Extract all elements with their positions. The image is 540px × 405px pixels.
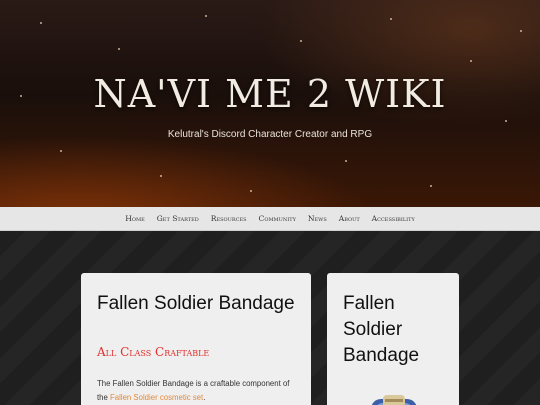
nav-home[interactable]: Home xyxy=(125,214,145,223)
star xyxy=(505,120,507,122)
star xyxy=(470,60,472,62)
nav-about[interactable]: About xyxy=(339,214,360,223)
star xyxy=(430,185,432,187)
nav-accessibility[interactable]: Accessibility xyxy=(372,214,415,223)
star xyxy=(300,40,302,42)
site-title: NA'VI ME 2 WIKI xyxy=(93,72,447,116)
star xyxy=(160,175,162,177)
star xyxy=(60,150,62,152)
article-body: The Fallen Soldier Bandage is a craftabl… xyxy=(97,377,302,405)
main-nav: Home Get Started Resources Community New… xyxy=(0,207,540,231)
bandage-item-icon xyxy=(365,385,423,405)
article-card: Fallen Soldier Bandage All Class Craftab… xyxy=(81,273,311,405)
body-suffix: . xyxy=(203,393,206,402)
cosmetic-set-link[interactable]: Fallen Soldier cosmetic set xyxy=(110,393,203,402)
article-title: Fallen Soldier Bandage xyxy=(97,293,295,314)
star xyxy=(390,18,392,20)
star xyxy=(118,48,120,50)
star xyxy=(250,190,252,192)
nav-get-started[interactable]: Get Started xyxy=(157,214,199,223)
class-tag: All Class Craftable xyxy=(97,345,210,359)
site-subtitle: Kelutral's Discord Character Creator and… xyxy=(167,129,373,140)
infobox-card: Fallen Soldier Bandage xyxy=(327,273,459,405)
star xyxy=(205,15,207,17)
nav-resources[interactable]: Resources xyxy=(211,214,247,223)
star xyxy=(40,22,42,24)
infobox-title: Fallen Soldier Bandage xyxy=(343,293,420,366)
star xyxy=(520,30,522,32)
nav-community[interactable]: Community xyxy=(259,214,296,223)
star xyxy=(345,160,347,162)
hero-banner: NA'VI ME 2 WIKI Kelutral's Discord Chara… xyxy=(0,0,540,207)
nav-news[interactable]: News xyxy=(308,214,327,223)
